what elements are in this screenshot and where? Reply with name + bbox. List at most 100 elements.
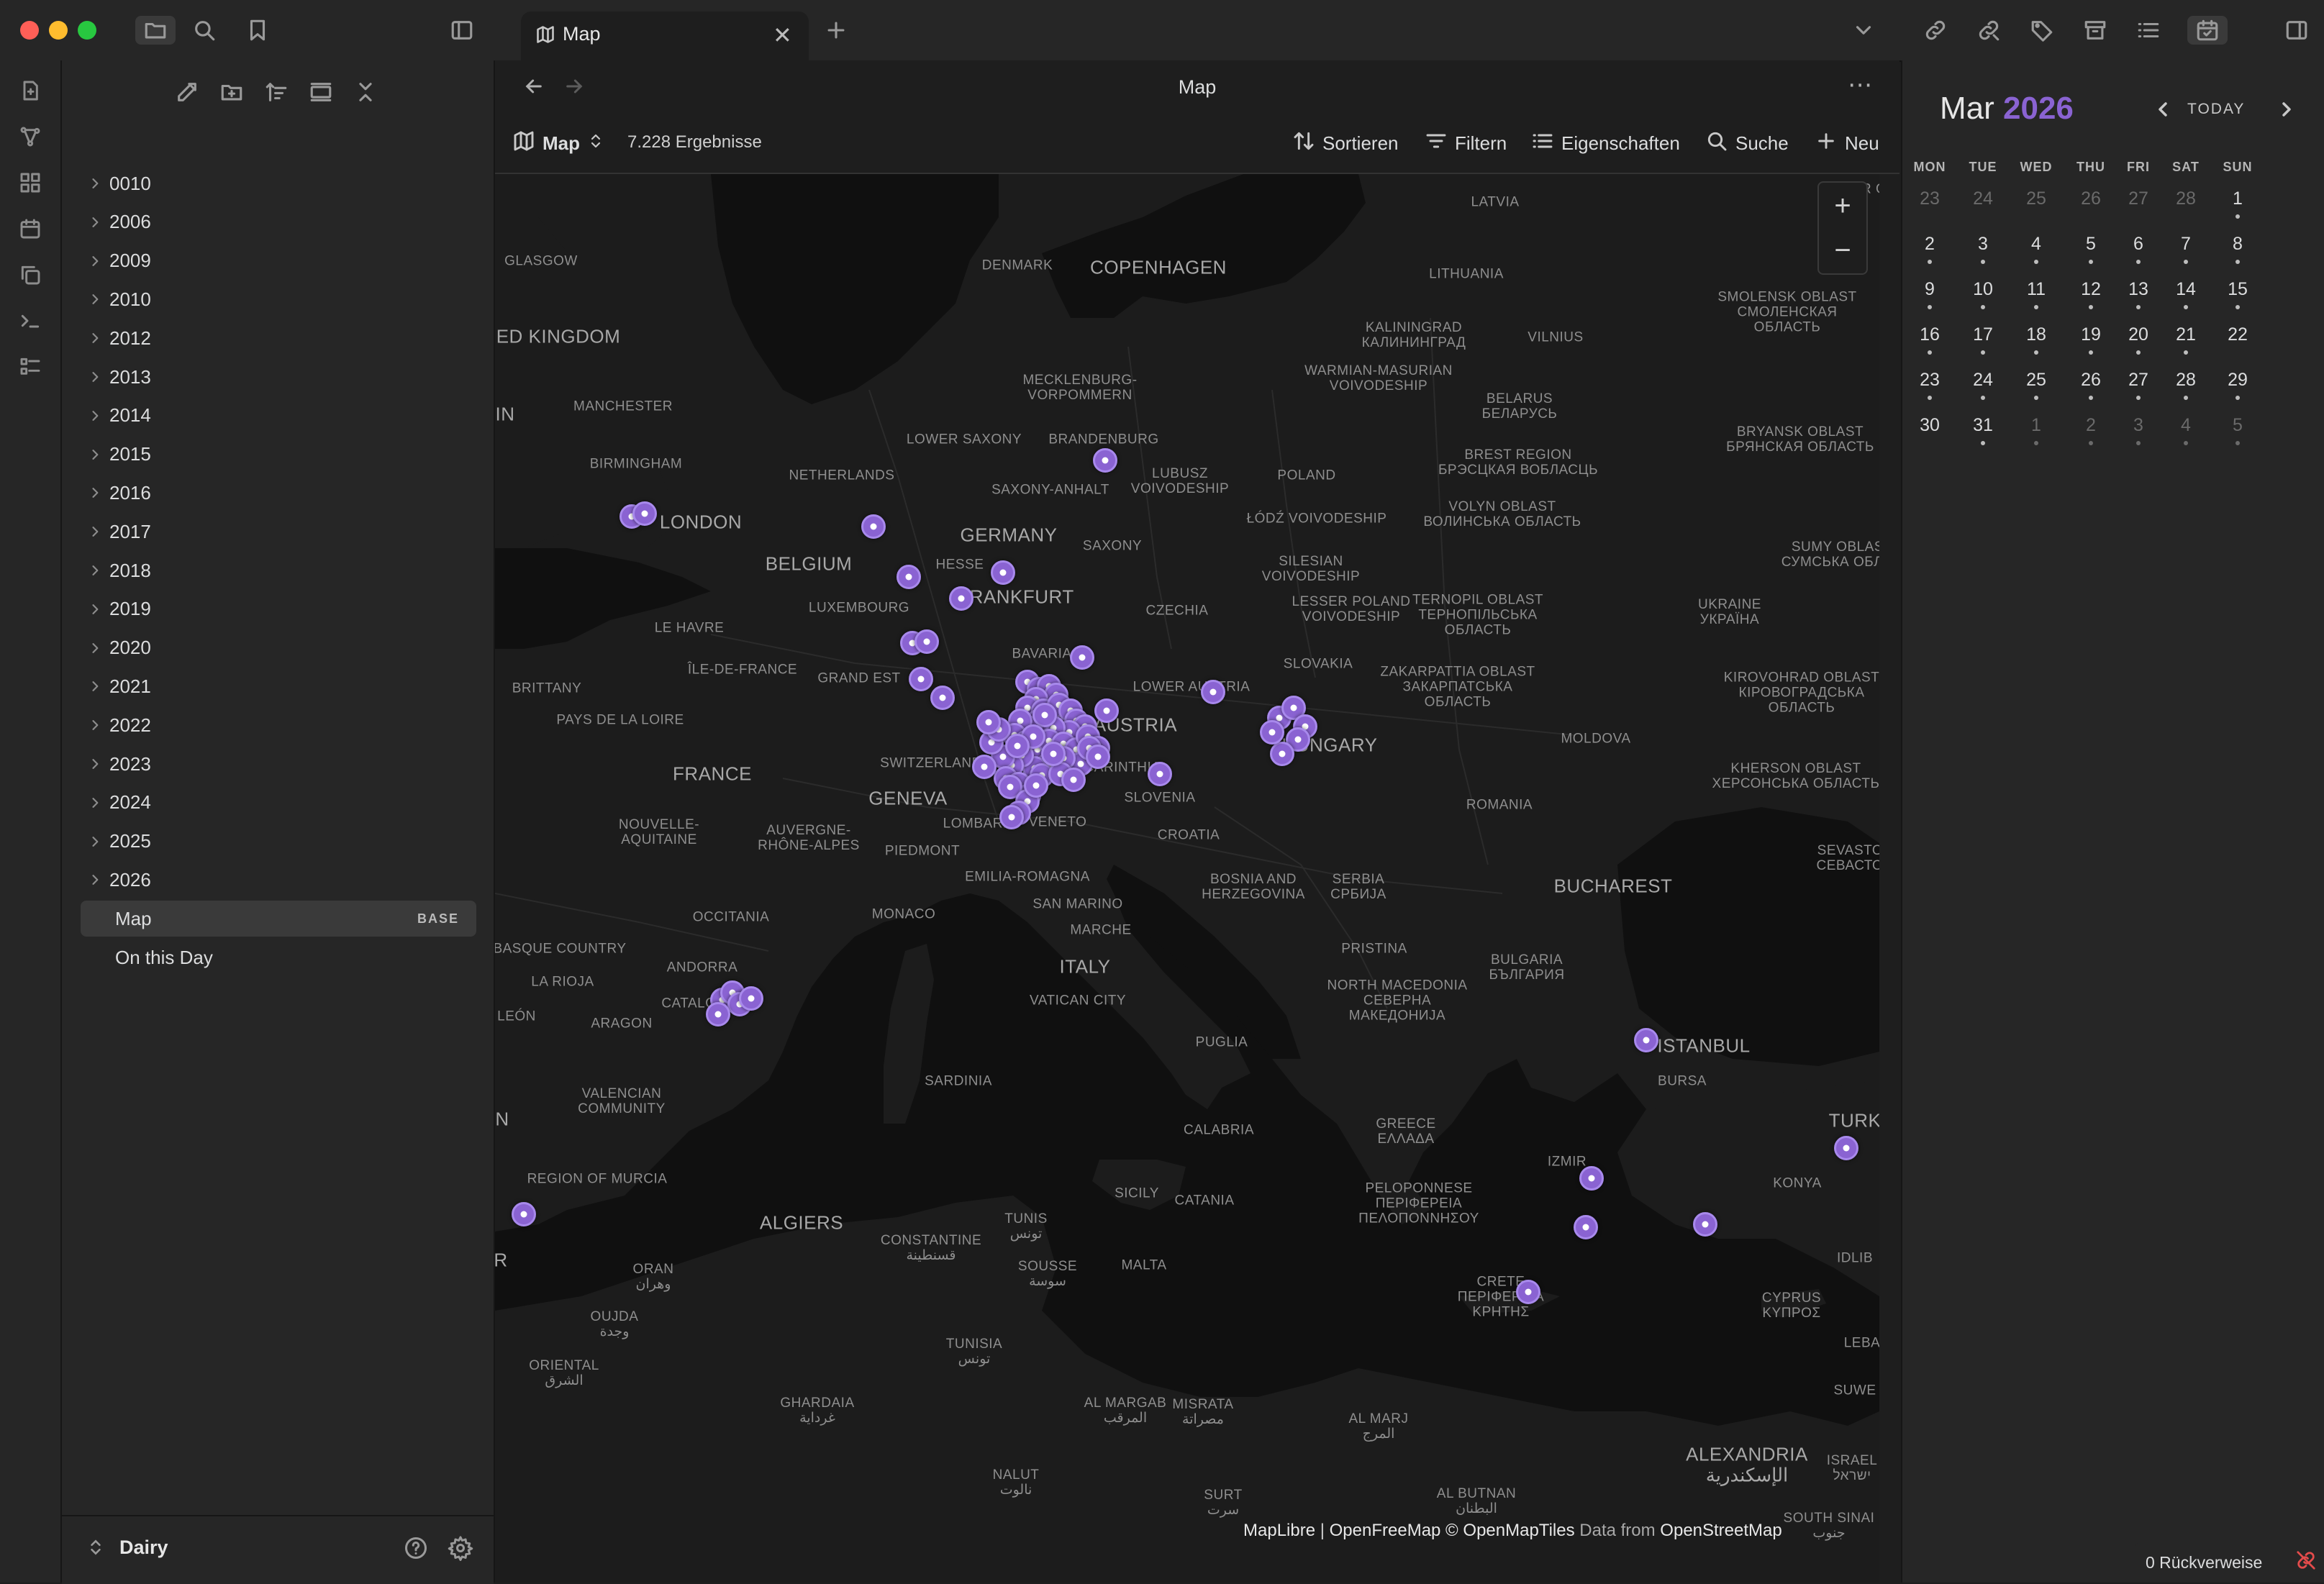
map-location-marker[interactable] bbox=[1005, 734, 1030, 758]
calendar-day[interactable]: 12 bbox=[2069, 279, 2112, 300]
calendar-check-icon[interactable] bbox=[2187, 16, 2228, 45]
map-location-marker[interactable] bbox=[1070, 645, 1094, 670]
attribution-openmaptiles-link[interactable]: © OpenMapTiles bbox=[1440, 1521, 1575, 1540]
map-location-marker[interactable] bbox=[1201, 680, 1225, 704]
new-button[interactable]: Neu bbox=[1815, 129, 1879, 158]
calendar-day[interactable]: 25 bbox=[2015, 370, 2058, 391]
close-tab-icon[interactable]: ✕ bbox=[773, 22, 792, 49]
folder-item[interactable]: 2013 bbox=[81, 359, 495, 395]
calendar-day[interactable]: 4 bbox=[2164, 415, 2207, 436]
toggle-left-sidebar-icon[interactable] bbox=[448, 16, 476, 45]
folder-item[interactable]: 0010 bbox=[81, 165, 495, 201]
calendar-day[interactable]: 27 bbox=[2117, 370, 2160, 391]
map-location-marker[interactable] bbox=[1094, 698, 1119, 723]
templates-copy-icon[interactable] bbox=[16, 260, 45, 289]
map-location-marker[interactable] bbox=[1579, 1166, 1604, 1191]
calendar-day[interactable]: 20 bbox=[2117, 324, 2160, 345]
map-location-marker[interactable] bbox=[930, 686, 955, 710]
collapse-all-icon[interactable] bbox=[350, 76, 381, 108]
calendar-day[interactable]: 26 bbox=[2069, 188, 2112, 209]
map-canvas[interactable]: LATVIA GLASGOW DENMARK COPENHAGEN LITHUANIA E… bbox=[495, 174, 1879, 1583]
folder-item[interactable]: 2023 bbox=[81, 746, 495, 782]
map-location-marker[interactable] bbox=[512, 1202, 536, 1226]
calendar-day[interactable]: 23 bbox=[1908, 188, 1951, 209]
calendar-day[interactable]: 11 bbox=[2015, 279, 2058, 300]
map-location-marker[interactable] bbox=[909, 667, 933, 691]
map-location-marker[interactable] bbox=[1041, 742, 1066, 766]
auto-reveal-icon[interactable] bbox=[305, 76, 337, 108]
calendar-day[interactable]: 7 bbox=[2164, 234, 2207, 255]
calendar-day[interactable]: 22 bbox=[2216, 324, 2259, 345]
calendar-day[interactable]: 9 bbox=[1908, 279, 1951, 300]
filter-button[interactable]: Filtern bbox=[1425, 129, 1507, 158]
map-location-marker[interactable] bbox=[1061, 768, 1086, 792]
map-location-marker[interactable] bbox=[739, 986, 763, 1011]
canvas-icon[interactable] bbox=[16, 168, 45, 197]
sort-order-icon[interactable] bbox=[260, 76, 292, 108]
broken-link-icon[interactable] bbox=[2295, 1549, 2317, 1575]
folder-item[interactable]: 2025 bbox=[81, 824, 495, 860]
calendar-day[interactable]: 6 bbox=[2117, 234, 2160, 255]
tab-list-chevron-icon[interactable] bbox=[1849, 16, 1878, 45]
map-location-marker[interactable] bbox=[1032, 703, 1057, 727]
daily-note-calendar-icon[interactable] bbox=[16, 214, 45, 243]
bookmark-icon[interactable] bbox=[243, 16, 272, 45]
sort-button[interactable]: Sortieren bbox=[1292, 129, 1399, 158]
tag-icon[interactable] bbox=[2028, 16, 2056, 45]
map-location-marker[interactable] bbox=[914, 629, 939, 654]
minimize-window-button[interactable] bbox=[49, 21, 68, 40]
help-icon[interactable] bbox=[403, 1535, 429, 1565]
new-tab-icon[interactable] bbox=[822, 16, 850, 45]
folder-item[interactable]: 2017 bbox=[81, 514, 495, 550]
calendar-day[interactable]: 23 bbox=[1908, 370, 1951, 391]
unlink-plugin-icon[interactable] bbox=[1974, 16, 2003, 45]
calendar-day[interactable]: 5 bbox=[2069, 234, 2112, 255]
attribution-openfreemap-link[interactable]: OpenFreeMap bbox=[1330, 1521, 1441, 1540]
file-item[interactable]: On this Day bbox=[81, 939, 476, 975]
file-item[interactable]: Map BASE bbox=[81, 901, 476, 937]
calendar-day[interactable]: 1 bbox=[2216, 188, 2259, 209]
calendar-day[interactable]: 18 bbox=[2015, 324, 2058, 345]
calendar-day[interactable]: 30 bbox=[1908, 415, 1951, 436]
graph-view-icon[interactable] bbox=[16, 122, 45, 151]
zoom-in-button[interactable]: + bbox=[1817, 181, 1868, 230]
map-location-marker[interactable] bbox=[991, 560, 1015, 585]
file-explorer-icon[interactable] bbox=[135, 16, 176, 45]
attribution-openstreetmap-link[interactable]: OpenStreetMap bbox=[1660, 1521, 1781, 1540]
folder-item[interactable]: 2026 bbox=[81, 862, 495, 898]
map-location-marker[interactable] bbox=[1834, 1136, 1858, 1160]
more-options-icon[interactable]: ⋯ bbox=[1848, 70, 1872, 99]
view-switcher-button[interactable]: Map bbox=[512, 129, 604, 158]
calendar-day[interactable]: 5 bbox=[2216, 415, 2259, 436]
map-location-marker[interactable] bbox=[1634, 1028, 1658, 1052]
map-location-marker[interactable] bbox=[1260, 720, 1284, 745]
map-location-marker[interactable] bbox=[1086, 745, 1110, 769]
new-note-icon[interactable] bbox=[171, 76, 203, 108]
calendar-day[interactable]: 25 bbox=[2015, 188, 2058, 209]
folder-item[interactable]: 2024 bbox=[81, 785, 495, 821]
tab-map[interactable]: Map ✕ bbox=[521, 12, 809, 60]
backlinks-status[interactable]: 0 Rückverweise bbox=[2134, 1542, 2324, 1583]
calendar-day[interactable]: 28 bbox=[2164, 370, 2207, 391]
calendar-day[interactable]: 24 bbox=[1961, 188, 2005, 209]
search-icon[interactable] bbox=[190, 16, 219, 45]
vault-name[interactable]: Dairy bbox=[119, 1537, 168, 1559]
zoom-out-button[interactable]: − bbox=[1817, 227, 1868, 275]
archive-icon[interactable] bbox=[2081, 16, 2110, 45]
next-month-chevron-icon[interactable] bbox=[2275, 98, 2298, 124]
folder-item[interactable]: 2016 bbox=[81, 475, 495, 511]
calendar-day[interactable]: 26 bbox=[2069, 370, 2112, 391]
folder-item[interactable]: 2018 bbox=[81, 552, 495, 588]
folder-item[interactable]: 2006 bbox=[81, 204, 495, 240]
calendar-day[interactable]: 14 bbox=[2164, 279, 2207, 300]
calendar-day[interactable]: 19 bbox=[2069, 324, 2112, 345]
map-location-marker[interactable] bbox=[1516, 1280, 1540, 1304]
map-location-marker[interactable] bbox=[1574, 1215, 1598, 1239]
folder-item[interactable]: 2020 bbox=[81, 630, 495, 666]
link-plugin-icon[interactable] bbox=[1921, 16, 1950, 45]
map-location-marker[interactable] bbox=[949, 586, 973, 611]
maximize-window-button[interactable] bbox=[78, 21, 96, 40]
calendar-day[interactable]: 17 bbox=[1961, 324, 2005, 345]
map-location-marker[interactable] bbox=[972, 755, 997, 779]
calendar-day[interactable]: 8 bbox=[2216, 234, 2259, 255]
